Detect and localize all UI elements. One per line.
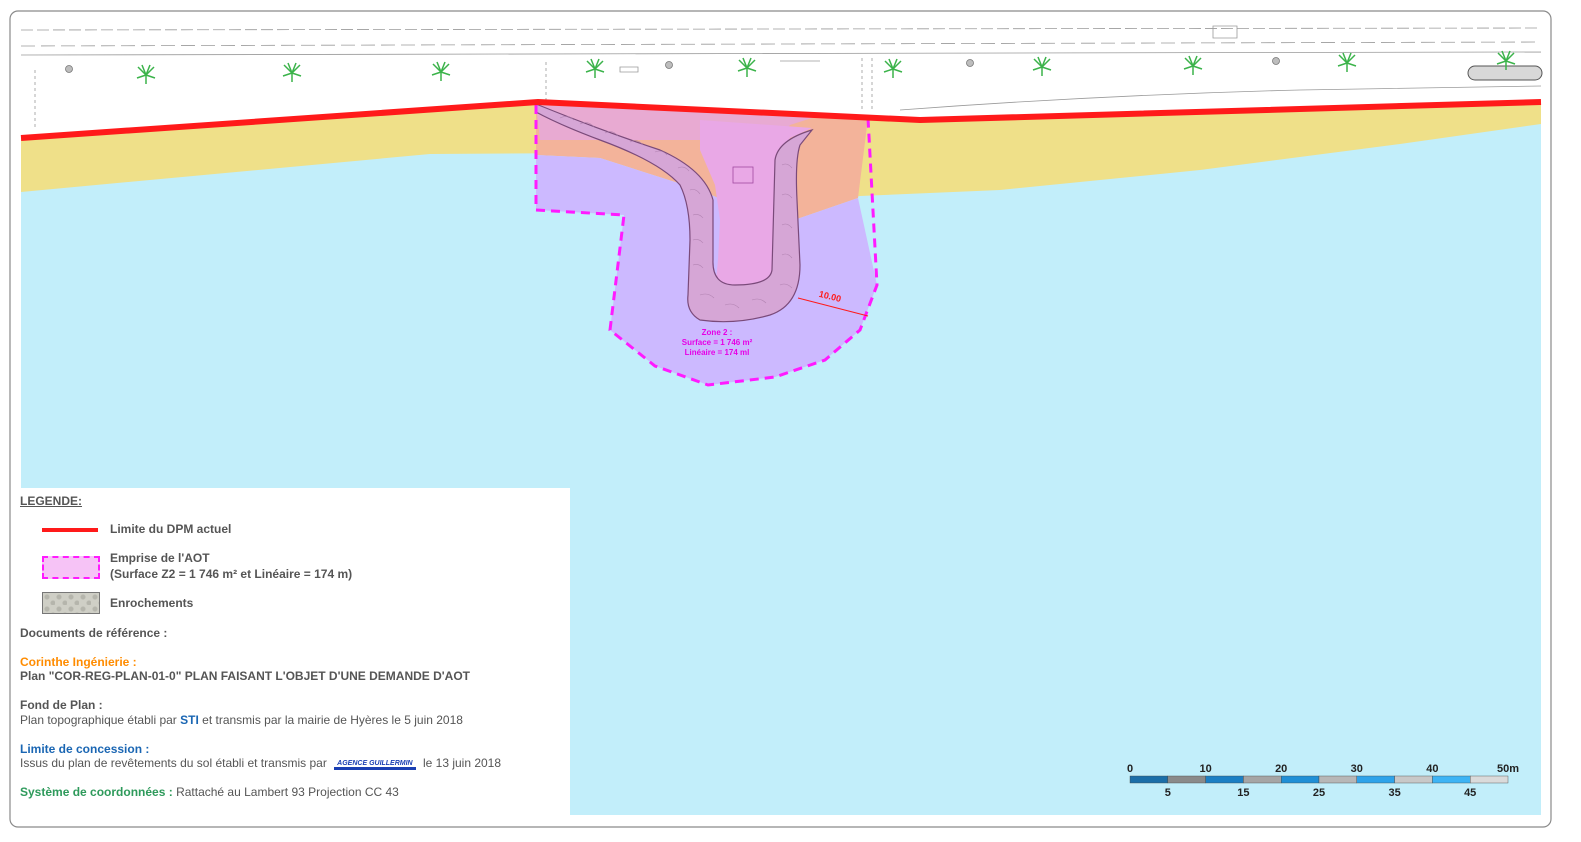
agence-guillermin-logo: AGENCE GUILLERMIN xyxy=(334,760,416,770)
legend-red-line-swatch xyxy=(42,528,98,532)
zone-title: Zone 2 : xyxy=(702,328,733,337)
scale-bar-label-bottom: 45 xyxy=(1464,787,1476,799)
legend-corinthe-text: "COR-REG-PLAN-01-0" PLAN FAISANT L'OBJET… xyxy=(48,669,470,683)
legend-systeme-text: Rattaché au Lambert 93 Projection CC 43 xyxy=(176,785,399,799)
scale-bar-label-top: 10 xyxy=(1199,763,1211,775)
legend-item-aot-sub: (Surface Z2 = 1 746 m² et Linéaire = 174… xyxy=(110,567,353,581)
scale-bar-segment xyxy=(1356,775,1395,784)
scale-bar-segment xyxy=(1280,775,1320,784)
scale-bar-label-bottom: 15 xyxy=(1237,787,1249,799)
scale-bar-segment xyxy=(1432,775,1471,784)
legend-item-dpm: Limite du DPM actuel xyxy=(110,522,232,536)
legend-item-aot: Emprise de l'AOT xyxy=(110,551,210,565)
legend-fond-text-2: et transmis par la mairie de Hyères le 5… xyxy=(202,713,463,727)
legend-aot-swatch xyxy=(42,556,100,579)
legend-item-rocks: Enrochements xyxy=(110,596,194,610)
scale-bar-segment xyxy=(1394,775,1433,784)
legend-rock-swatch xyxy=(42,592,100,614)
scale-bar-label-bottom: 25 xyxy=(1313,787,1325,799)
legend-limite-title: Limite de concession : xyxy=(20,742,150,756)
scale-bar-segment xyxy=(1167,775,1206,784)
legend-title: LEGENDE: xyxy=(20,494,83,508)
scale-bar-label-top: 30 xyxy=(1351,763,1363,775)
scale-bar-segment xyxy=(1469,775,1509,784)
legend-corinthe-line: Plan "COR-REG-PLAN-01-0" PLAN FAISANT L'… xyxy=(20,669,470,683)
legend-corinthe-title: Corinthe Ingénierie : xyxy=(20,655,137,669)
legend-panel: LEGENDE: Limite du DPM actuel Emprise de… xyxy=(20,488,570,818)
legend-fond-line: Plan topographique établi par STI et tra… xyxy=(20,713,463,727)
legend-fond-sti: STI xyxy=(180,713,199,727)
legend-limite-line: Issus du plan de revêtements du sol étab… xyxy=(20,756,501,770)
legend-corinthe-prefix: Plan xyxy=(20,669,46,683)
legend-systeme-title: Système de coordonnées : xyxy=(20,785,173,799)
scale-bar-label-top: 0 xyxy=(1127,763,1133,775)
scale-bar-segment xyxy=(1129,775,1168,784)
scale-bar-label-bottom: 35 xyxy=(1388,787,1400,799)
legend-fond-text-1: Plan topographique établi par xyxy=(20,713,177,727)
scale-bar-segment xyxy=(1205,775,1244,784)
scale-bar-segment xyxy=(1243,775,1282,784)
scale-bar-label-bottom: 5 xyxy=(1165,787,1171,799)
scale-bar-label-top: 40 xyxy=(1426,763,1438,775)
scale-bar-segment xyxy=(1318,775,1357,784)
scale-bar-label-top: 50m xyxy=(1497,763,1519,775)
legend-fond-title: Fond de Plan : xyxy=(20,698,103,712)
zone-lineaire: Linéaire = 174 ml xyxy=(685,348,750,357)
legend-limite-text-2: le 13 juin 2018 xyxy=(422,756,502,770)
legend-systeme-line: Système de coordonnées : Rattaché au Lam… xyxy=(20,785,399,799)
legend-limite-text-1: Issus du plan de revêtements du sol étab… xyxy=(20,756,327,770)
promenade-bench xyxy=(1467,65,1543,81)
zone-surface: Surface = 1 746 m² xyxy=(682,338,753,347)
scale-bar-label-top: 20 xyxy=(1275,763,1287,775)
legend-docs-title: Documents de référence : xyxy=(20,626,168,640)
